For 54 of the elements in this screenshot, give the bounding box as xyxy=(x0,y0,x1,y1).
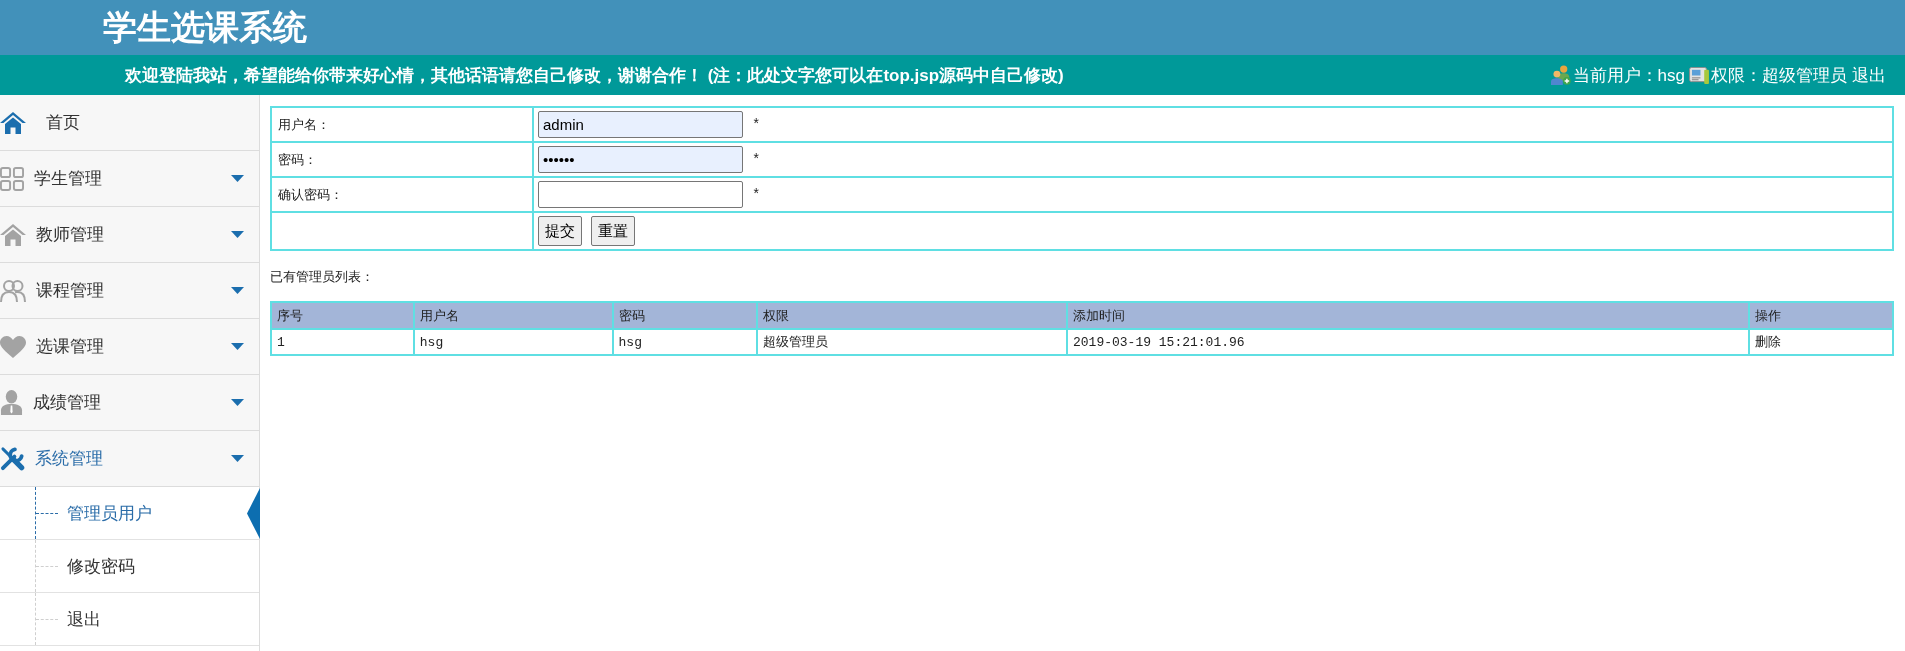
password-field[interactable]: •••••• xyxy=(538,146,743,173)
caret-icon xyxy=(231,455,244,462)
reset-button[interactable]: 重置 xyxy=(591,216,635,246)
caret-icon xyxy=(231,399,244,406)
column-header: 密码 xyxy=(612,302,758,329)
submit-button[interactable]: 提交 xyxy=(538,216,582,246)
field-label: 密码： xyxy=(271,142,533,177)
sidebar-subitem[interactable]: 退出 xyxy=(0,593,259,646)
caret-icon xyxy=(231,287,244,294)
column-header: 操作 xyxy=(1749,302,1893,329)
field-label: 确认密码： xyxy=(271,177,533,212)
list-title: 已有管理员列表： xyxy=(270,269,375,284)
table-cell: hsg xyxy=(413,329,613,355)
delete-link[interactable]: 删除 xyxy=(1749,329,1893,355)
sidebar-item[interactable]: 课程管理 xyxy=(0,263,259,319)
required-mark: * xyxy=(752,186,761,203)
sidebar-item[interactable]: 学生管理 xyxy=(0,151,259,207)
current-user: 当前用户：hsg xyxy=(1572,64,1685,87)
home-icon xyxy=(0,111,26,134)
caret-icon xyxy=(231,175,244,182)
id-card-icon xyxy=(1689,66,1710,84)
column-header: 添加时间 xyxy=(1067,302,1750,329)
sidebar-subitem[interactable]: 修改密码 xyxy=(0,540,259,593)
table-cell: hsg xyxy=(612,329,758,355)
sidebar-item[interactable]: 教师管理 xyxy=(0,207,259,263)
text-field[interactable]: admin xyxy=(538,111,743,138)
sidebar-item[interactable]: 首页 xyxy=(0,95,259,151)
house-icon xyxy=(0,223,26,246)
table-cell: 超级管理员 xyxy=(757,329,1067,355)
required-mark: * xyxy=(752,151,761,168)
column-header: 用户名 xyxy=(413,302,613,329)
sidebar-item[interactable]: 系统管理 xyxy=(0,431,259,487)
table-cell: 2019-03-19 15:21:01.96 xyxy=(1067,329,1750,355)
welcome-text: 欢迎登陆我站，希望能给你带来好心情，其他话语请您自己修改，谢谢合作！ (注：此处文字您可以在top.jsp源码中自己修改) xyxy=(125,64,1064,87)
grid-icon xyxy=(0,166,24,191)
pointer-icon xyxy=(247,487,260,539)
app-title: 学生选课系统 xyxy=(103,7,307,48)
person-icon xyxy=(0,390,23,415)
sidebar-item[interactable]: 成绩管理 xyxy=(0,375,259,431)
people-icon xyxy=(0,278,26,303)
sidebar-item[interactable]: 选课管理 xyxy=(0,319,259,375)
users-icon xyxy=(1549,65,1572,85)
sidebar-subitem[interactable]: 管理员用户 xyxy=(0,487,259,540)
password-field[interactable] xyxy=(538,181,743,208)
user-role: 权限：超级管理员 xyxy=(1711,64,1847,87)
heart-icon xyxy=(0,335,26,358)
field-label: 用户名： xyxy=(271,107,533,142)
caret-icon xyxy=(231,231,244,238)
column-header: 序号 xyxy=(271,302,414,329)
wrench-screwdriver-icon xyxy=(0,446,25,471)
required-mark: * xyxy=(752,116,761,133)
table-cell: 1 xyxy=(271,329,414,355)
caret-icon xyxy=(231,343,244,350)
column-header: 权限 xyxy=(757,302,1067,329)
